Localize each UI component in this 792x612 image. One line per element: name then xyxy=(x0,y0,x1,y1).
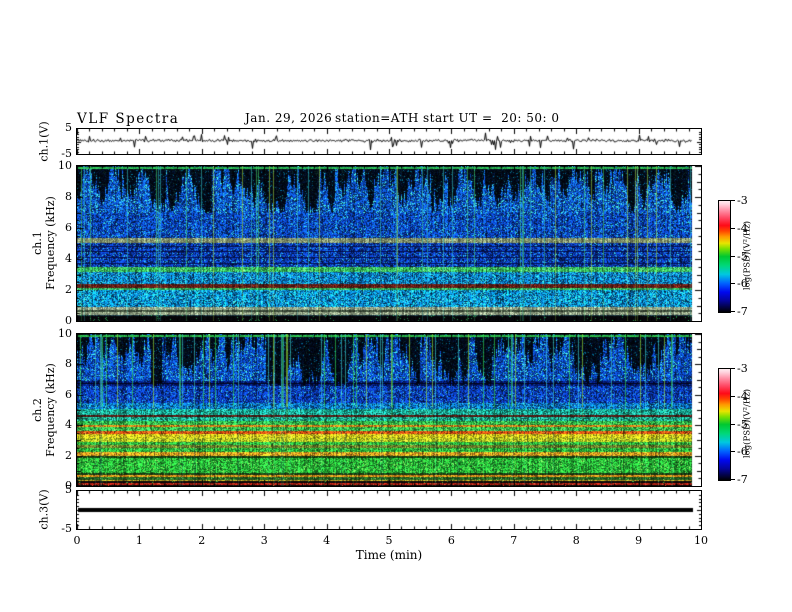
colorbar-tick-ch2 xyxy=(730,451,735,452)
ylabel-ch1-text: ch.1 xyxy=(31,231,44,255)
x-tick-label: 10 xyxy=(694,534,708,547)
colorbar-tick-label-ch1: -6 xyxy=(737,277,748,291)
panel-ch2-spectrogram xyxy=(76,333,702,487)
freq-tick-label-ch2: 2 xyxy=(65,448,72,462)
ch3-waveform-canvas xyxy=(77,491,701,529)
vlf-spectra-figure: VLF Spectra Jan. 29, 2026 station=ATH st… xyxy=(0,0,792,612)
colorbar-tick-ch1 xyxy=(730,200,735,201)
figure-start-ut: start UT = 20: 50: 0 xyxy=(423,111,560,125)
x-tick-label: 6 xyxy=(447,534,455,547)
colorbar-tick-label-ch2: -5 xyxy=(737,417,748,431)
colorbar-tick-label-ch2: -7 xyxy=(737,473,748,486)
colorbar-tick-ch1 xyxy=(730,311,735,312)
x-tick-label: 8 xyxy=(572,534,580,547)
freq-tick-label-ch2: 6 xyxy=(65,387,72,401)
freq-tick-label-ch1: 6 xyxy=(65,221,72,234)
colorbar-tick-ch2 xyxy=(730,424,735,425)
colorbar-tick-ch1 xyxy=(730,228,735,229)
colorbar-tick-ch2 xyxy=(730,479,735,480)
colorbar-tick-ch2 xyxy=(730,396,735,397)
colorbar-tick-label-ch2: -6 xyxy=(737,445,748,459)
x-tick-label: 4 xyxy=(323,534,331,547)
x-tick-label: 1 xyxy=(135,534,143,547)
x-tick-label: 5 xyxy=(385,534,393,547)
colorbar-tick-label-ch1: -5 xyxy=(737,249,748,263)
freq-tick-label-ch1: 0 xyxy=(65,314,72,327)
panel-ch1-spectrogram xyxy=(76,165,702,322)
colorbar-tick-label-ch1: -7 xyxy=(737,305,748,318)
volt-tick-label-ch1: -5 xyxy=(61,147,72,160)
ch1-waveform-canvas xyxy=(77,129,701,154)
freq-tick-label-ch1: 2 xyxy=(65,283,72,296)
volt-tick-label-ch3: 5 xyxy=(65,483,72,496)
freq-tick-label-ch2: 8 xyxy=(65,357,72,371)
x-tick-label: 2 xyxy=(198,534,206,547)
x-tick-label: 7 xyxy=(510,534,518,547)
freq-tick-label-ch2: 4 xyxy=(65,418,72,432)
x-axis-label: Time (min) xyxy=(355,548,423,562)
freq-tick-label-ch1: 4 xyxy=(65,252,72,265)
colorbar-tick-label-ch2: -4 xyxy=(737,389,748,403)
volt-tick-label-ch1: 5 xyxy=(65,121,72,134)
colorbar-tick-ch1 xyxy=(730,256,735,257)
colorbar-tick-ch2 xyxy=(730,368,735,369)
figure-title: VLF Spectra xyxy=(77,111,180,127)
colorbar-tick-label-ch1: -4 xyxy=(737,221,748,235)
volt-tick-label-ch3: -5 xyxy=(61,522,72,535)
colorbar-tick-label-ch2: -3 xyxy=(737,362,748,375)
colorbar-tick-ch1 xyxy=(730,283,735,284)
panel-ch3-waveform xyxy=(76,490,702,530)
figure-date: Jan. 29, 2026 xyxy=(245,111,333,125)
figure-station: station=ATH xyxy=(335,111,419,125)
ch1-spectrogram-canvas xyxy=(77,166,701,321)
freq-tick-label-ch1: 10 xyxy=(58,159,72,172)
freq-tick-label-ch2: 10 xyxy=(58,327,72,340)
x-tick-label: 9 xyxy=(635,534,643,547)
panel-ch1-waveform xyxy=(76,128,702,155)
colorbar-tick-label-ch1: -3 xyxy=(737,194,748,207)
ch2-spectrogram-canvas xyxy=(77,334,701,486)
freq-tick-label-ch1: 8 xyxy=(65,190,72,203)
x-tick-label: 3 xyxy=(260,534,268,547)
x-tick-label: 0 xyxy=(73,534,81,547)
